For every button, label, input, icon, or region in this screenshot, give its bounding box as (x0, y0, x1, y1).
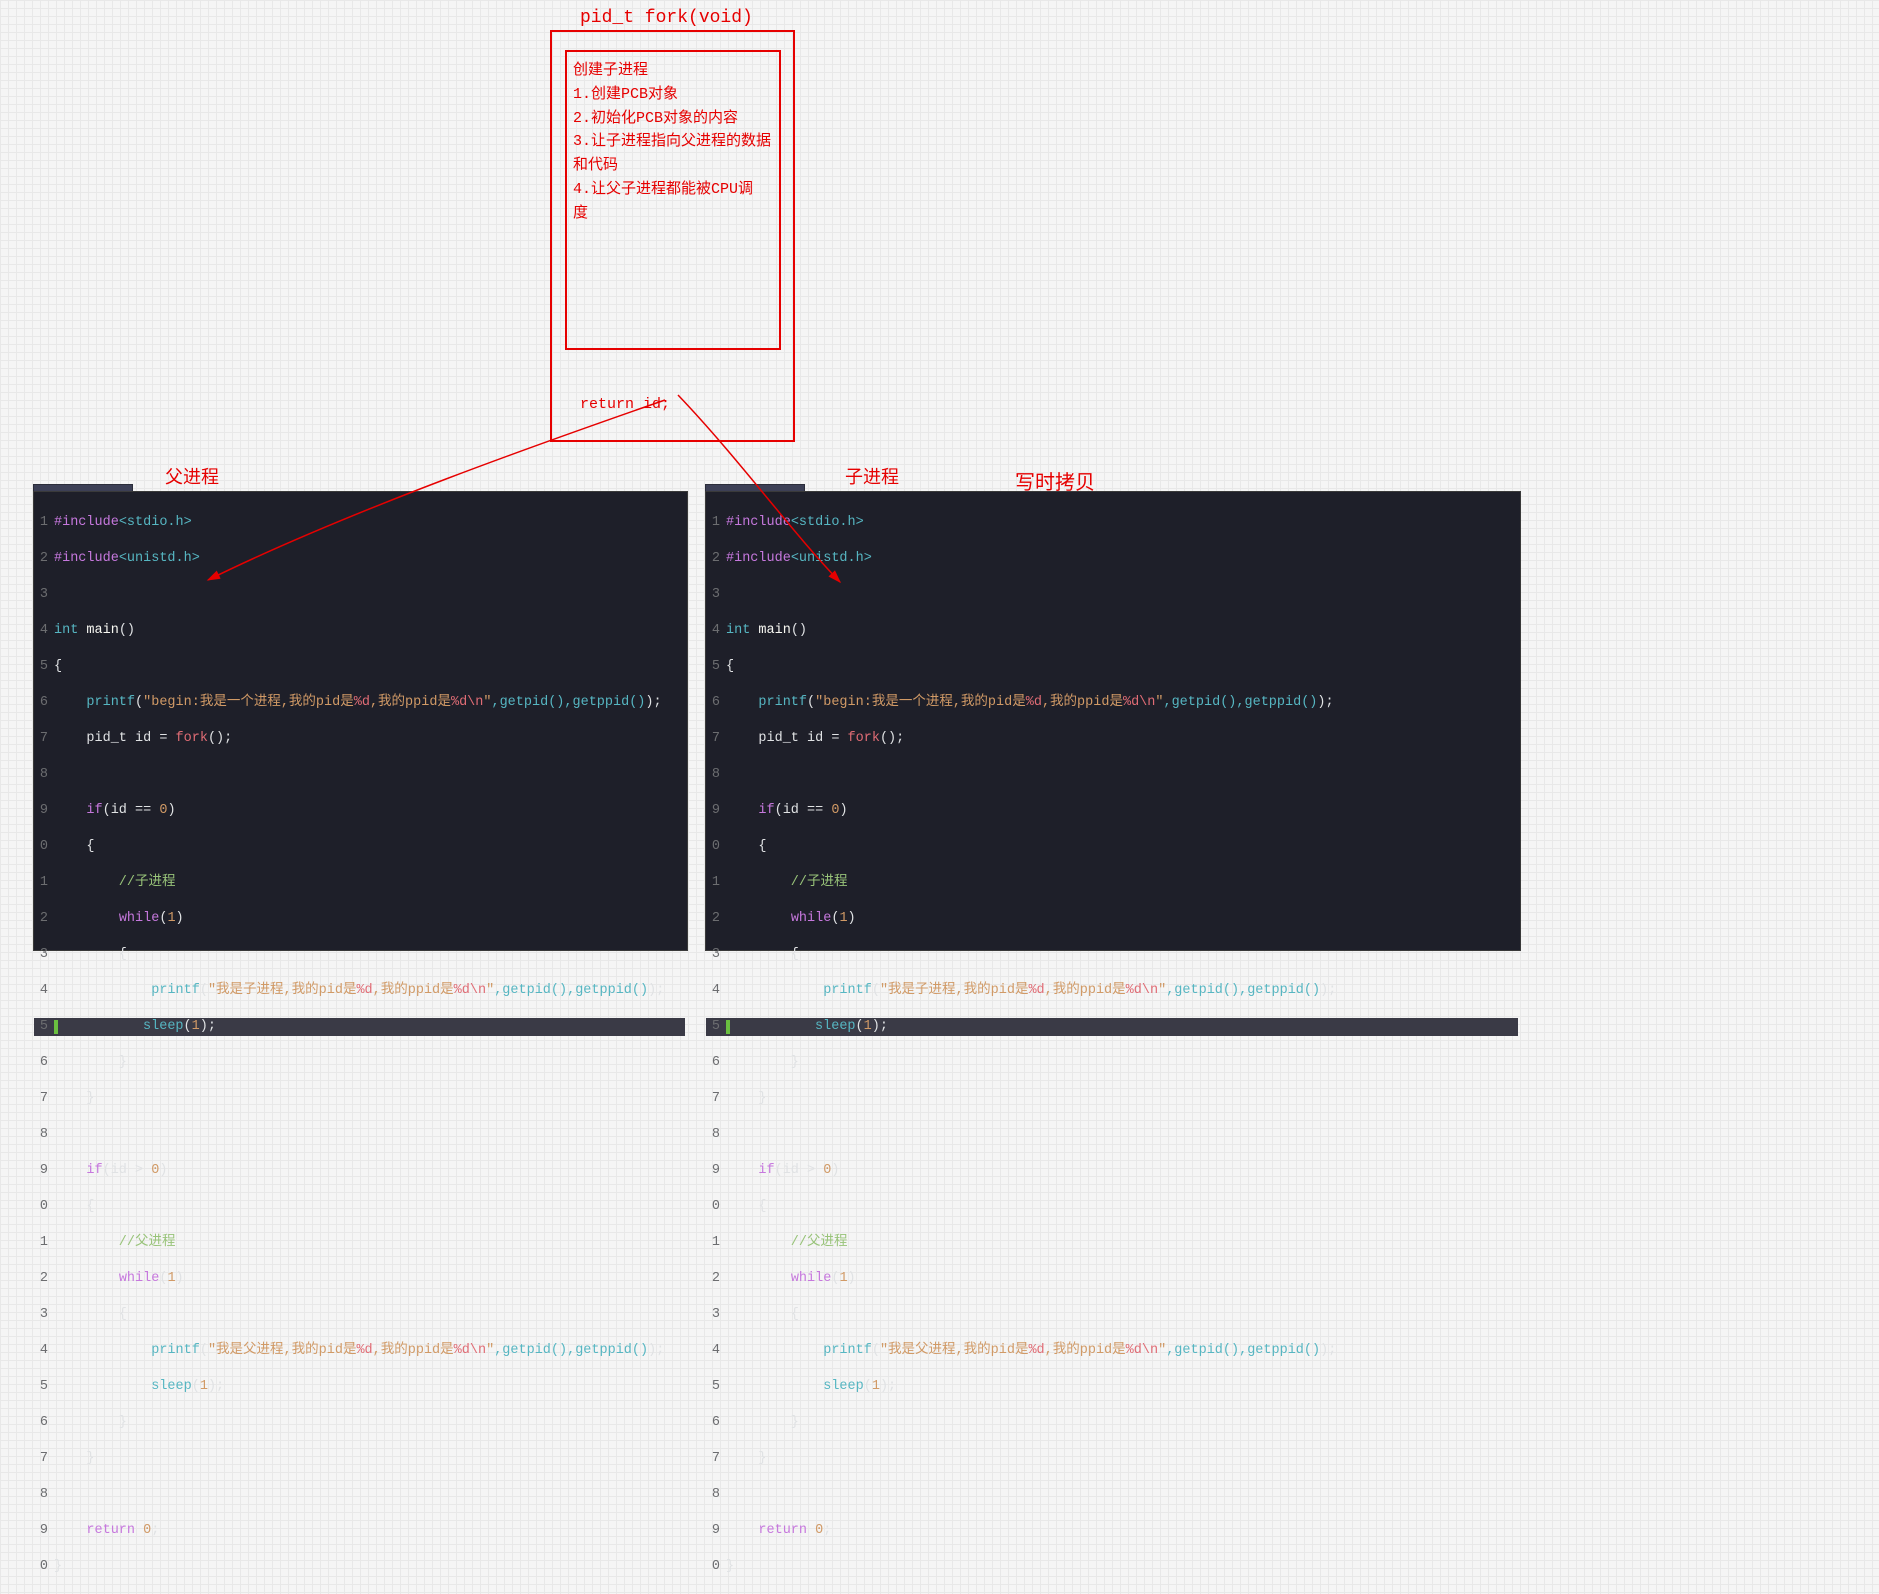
fork-step-4b: 度 (573, 203, 773, 225)
child-label: 子进程 (845, 463, 899, 489)
code-pane-child: 1#include<stdio.h> 2#include<unistd.h> 3… (705, 491, 1521, 951)
diagram-title: pid_t fork(void) (580, 8, 753, 28)
parent-label: 父进程 (165, 463, 219, 489)
fork-step-4: 4.让父子进程都能被CPU调 (573, 179, 773, 201)
cow-label: 写时拷贝 (1015, 466, 1095, 496)
fork-step-1: 1.创建PCB对象 (573, 84, 773, 106)
fork-step-3: 3.让子进程指向父进程的数据 (573, 131, 773, 153)
return-statement: return id; (580, 396, 670, 413)
fork-step-3b: 和代码 (573, 155, 773, 177)
fork-inner-box: 创建子进程 1.创建PCB对象 2.初始化PCB对象的内容 3.让子进程指向父进… (565, 50, 781, 350)
fork-step-2: 2.初始化PCB对象的内容 (573, 108, 773, 130)
fork-step-heading: 创建子进程 (573, 60, 773, 82)
code-pane-parent: 1#include<stdio.h> 2#include<unistd.h> 3… (33, 491, 688, 951)
